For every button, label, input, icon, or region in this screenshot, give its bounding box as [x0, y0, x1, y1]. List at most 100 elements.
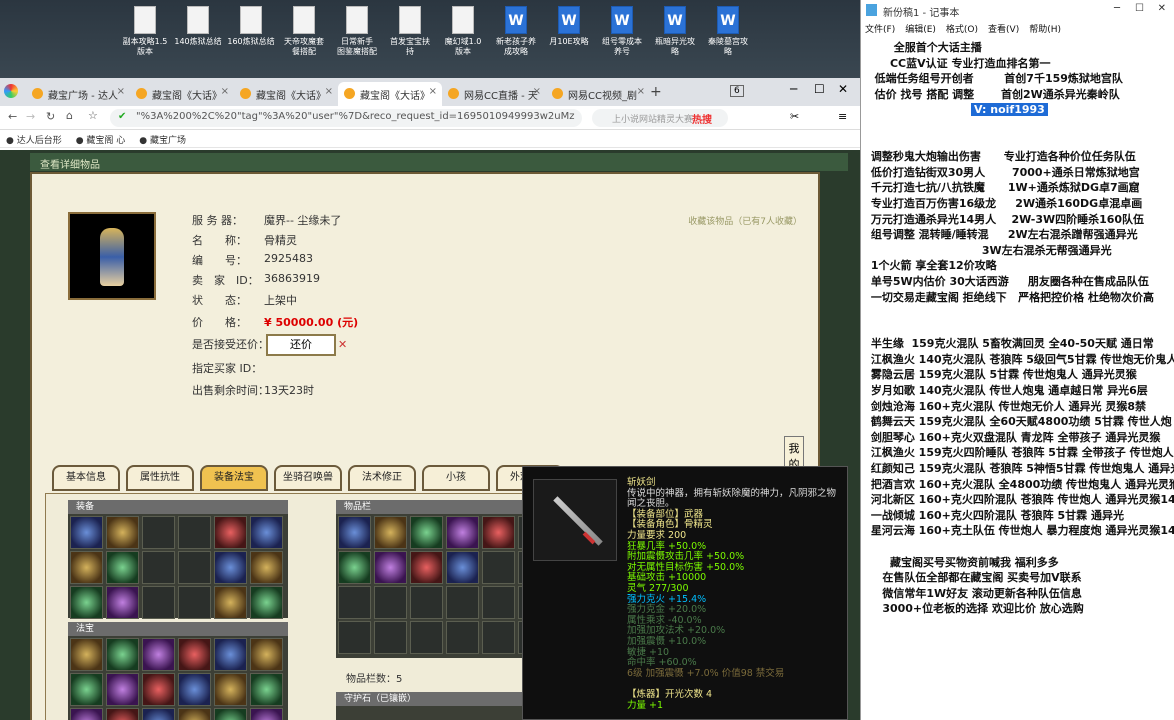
bookmark-item[interactable]: ● 藏宝广场 [139, 136, 186, 146]
desktop-icon[interactable]: 首发宝宝扶 持 [385, 6, 435, 57]
item-slot[interactable] [70, 673, 103, 706]
tab-close-icon[interactable]: × [533, 86, 541, 97]
item-slot[interactable] [250, 638, 283, 671]
item-slot[interactable] [70, 586, 103, 619]
desktop-icon[interactable]: 160炼狱总结 [226, 6, 276, 47]
desktop-icon[interactable]: 140炼狱总结 [173, 6, 223, 47]
content-tab[interactable]: 坐骑召唤兽 [274, 465, 342, 491]
item-slot[interactable] [142, 708, 175, 720]
item-slot[interactable] [250, 673, 283, 706]
browser-tab[interactable]: 藏宝阁《大话》 × [130, 82, 234, 106]
minimize-button[interactable]: ─ [790, 82, 797, 96]
item-slot[interactable] [214, 673, 247, 706]
bookmark-item[interactable]: ● 达人后台形 [6, 136, 62, 146]
item-slot[interactable] [374, 551, 407, 584]
item-slot[interactable] [142, 673, 175, 706]
desktop-icon[interactable]: W 新老孩子养 成攻略 [491, 6, 541, 57]
notepad-menu-item[interactable]: 帮助(H) [1029, 25, 1061, 35]
item-slot[interactable] [178, 673, 211, 706]
item-slot[interactable] [338, 551, 371, 584]
desktop-icon[interactable]: 日常新手 图鉴魔搭配 [332, 6, 382, 57]
home-icon[interactable]: ⌂ [66, 109, 73, 122]
scissors-icon[interactable]: ✂ [790, 110, 799, 123]
desktop-icon[interactable]: 天帝攻魔套 餐搭配 [279, 6, 329, 57]
item-slot[interactable] [482, 586, 515, 619]
item-slot[interactable] [106, 673, 139, 706]
item-slot[interactable] [106, 708, 139, 720]
browser-tab[interactable]: 藏宝广场 - 达人 × [26, 82, 130, 106]
item-slot[interactable] [214, 586, 247, 619]
item-slot[interactable] [142, 586, 175, 619]
close-button[interactable]: ✕ [1158, 3, 1166, 14]
browser-tab[interactable]: 藏宝阁《大话》 × [338, 82, 442, 106]
item-slot[interactable] [482, 516, 515, 549]
content-tab[interactable]: 基本信息 [52, 465, 120, 491]
item-slot[interactable] [374, 516, 407, 549]
item-slot[interactable] [106, 516, 139, 549]
desktop-icon[interactable]: W 瓶暗异光攻 略 [650, 6, 700, 57]
item-slot[interactable] [214, 708, 247, 720]
notepad-text-area[interactable]: 全服首个大话主播 CC蓝V认证 专业打造血排名第一 低端任务组号开创者 首创7千… [867, 40, 1174, 617]
notepad-menu-item[interactable]: 格式(O) [946, 25, 978, 35]
item-slot[interactable] [250, 586, 283, 619]
item-slot[interactable] [142, 516, 175, 549]
item-slot[interactable] [70, 551, 103, 584]
desktop-icon[interactable]: 副本攻略1.5 版本 [120, 6, 170, 57]
item-slot[interactable] [214, 516, 247, 549]
desktop-icon[interactable]: W 组号零成本 养号 [597, 6, 647, 57]
notepad-menu-item[interactable]: 编辑(E) [905, 25, 936, 35]
item-slot[interactable] [410, 586, 443, 619]
item-slot[interactable] [338, 516, 371, 549]
item-slot[interactable] [446, 516, 479, 549]
hot-search-label[interactable]: 热搜 [692, 111, 712, 126]
item-slot[interactable] [106, 586, 139, 619]
counter-offer-button[interactable]: 还价 [266, 334, 336, 356]
item-slot[interactable] [482, 621, 515, 654]
new-tab-button[interactable]: + [650, 84, 662, 100]
content-tab[interactable]: 属性抗性 [126, 465, 194, 491]
favorite-link[interactable]: 收藏该物品（已有7人收藏） [688, 214, 802, 227]
item-slot[interactable] [374, 586, 407, 619]
item-slot[interactable] [70, 638, 103, 671]
forward-icon[interactable]: → [26, 110, 35, 123]
item-slot[interactable] [106, 638, 139, 671]
item-slot[interactable] [178, 586, 211, 619]
item-slot[interactable] [482, 551, 515, 584]
item-slot[interactable] [446, 621, 479, 654]
tab-close-icon[interactable]: × [221, 86, 229, 97]
notepad-menu-item[interactable]: 查看(V) [988, 25, 1019, 35]
tab-close-icon[interactable]: × [325, 86, 333, 97]
browser-logo-icon[interactable] [4, 84, 18, 98]
item-slot[interactable] [374, 621, 407, 654]
item-slot[interactable] [214, 638, 247, 671]
item-slot[interactable] [410, 621, 443, 654]
item-slot[interactable] [338, 586, 371, 619]
item-slot[interactable] [178, 516, 211, 549]
menu-icon[interactable]: ≡ [838, 110, 847, 123]
tab-close-icon[interactable]: × [429, 86, 437, 97]
close-icon[interactable]: ✕ [338, 338, 347, 351]
desktop-icon[interactable]: 魔幻域1.0 版本 [438, 6, 488, 57]
item-slot[interactable] [178, 638, 211, 671]
close-button[interactable]: ✕ [838, 82, 848, 96]
item-slot[interactable] [410, 516, 443, 549]
browser-tab[interactable]: 网易CC直播 - 天 × [442, 82, 546, 106]
tab-count-badge[interactable]: 6 [730, 85, 744, 97]
minimize-button[interactable]: ─ [1114, 3, 1120, 14]
desktop-icon[interactable]: W 秦陵墓宫攻 略 [703, 6, 753, 57]
maximize-button[interactable]: ☐ [814, 82, 825, 96]
item-slot[interactable] [250, 551, 283, 584]
item-slot[interactable] [106, 551, 139, 584]
desktop-icon[interactable]: W 月10E攻略 [544, 6, 594, 47]
item-slot[interactable] [70, 516, 103, 549]
item-slot[interactable] [178, 551, 211, 584]
maximize-button[interactable]: ☐ [1135, 3, 1144, 14]
item-slot[interactable] [142, 551, 175, 584]
item-slot[interactable] [250, 516, 283, 549]
tab-close-icon[interactable]: × [637, 86, 645, 97]
browser-tab[interactable]: 网易CC视频_剧 × [546, 82, 650, 106]
item-slot[interactable] [178, 708, 211, 720]
item-slot[interactable] [142, 638, 175, 671]
content-tab[interactable]: 装备法宝 [200, 465, 268, 491]
notepad-menu-item[interactable]: 文件(F) [865, 25, 895, 35]
